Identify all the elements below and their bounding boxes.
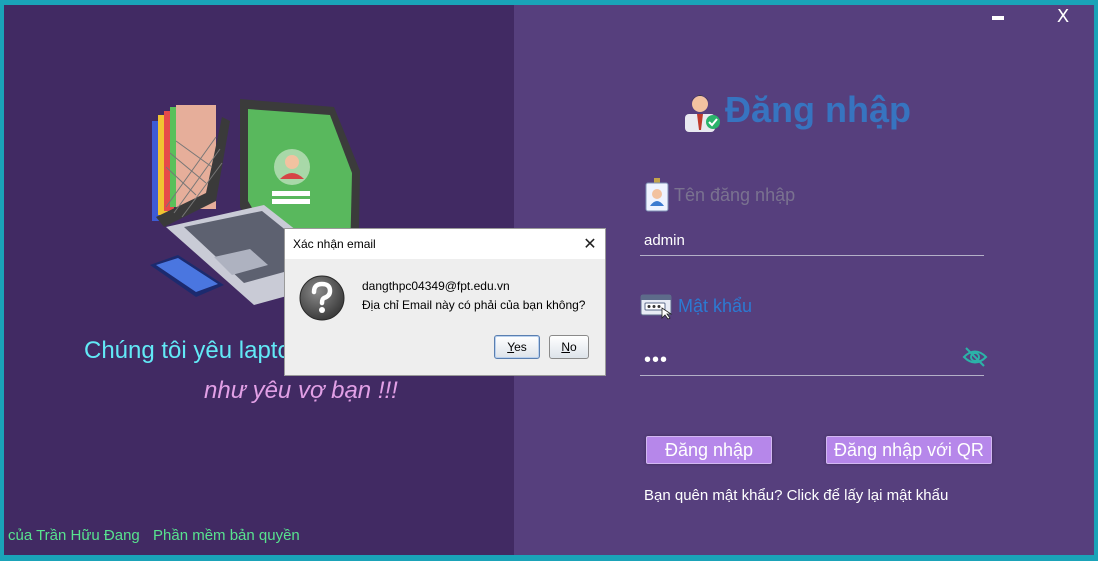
slogan-line-1: Chúng tôi yêu laptop — [84, 337, 305, 364]
close-window-button[interactable]: X — [1046, 6, 1080, 28]
confirm-email-dialog: Xác nhận email ✕ dangthpc04349@fpt.edu.v… — [284, 228, 606, 376]
user-icon — [685, 95, 720, 132]
password-input[interactable] — [640, 346, 984, 376]
dialog-question: Địa chỉ Email này có phải của bạn không? — [362, 298, 586, 312]
dialog-title: Xác nhận email — [293, 237, 376, 251]
id-badge-icon — [645, 178, 669, 212]
slogan-line-2: như yêu vợ bạn !!! — [204, 377, 398, 404]
no-button[interactable]: No — [549, 335, 589, 359]
yes-button[interactable]: Yes — [494, 335, 540, 359]
login-qr-button[interactable]: Đăng nhập với QR — [826, 436, 992, 464]
eye-slash-icon[interactable] — [962, 346, 988, 368]
footer-author: của Trần Hữu Đang — [8, 527, 140, 544]
login-title-text: Đăng nhập — [725, 89, 911, 130]
password-label-text: Mật khẩu — [678, 295, 753, 316]
dialog-body: dangthpc04349@fpt.edu.vn Địa chỉ Email n… — [285, 259, 605, 375]
dialog-email: dangthpc04349@fpt.edu.vn — [362, 279, 510, 293]
username-label-text: Tên đăng nhập — [674, 184, 796, 205]
dialog-titlebar: Xác nhận email ✕ — [285, 229, 605, 259]
username-input[interactable] — [640, 226, 984, 256]
dialog-close-button[interactable]: ✕ — [575, 229, 605, 259]
forgot-password-link[interactable]: Bạn quên mật khẩu? Click để lấy lại mật … — [644, 487, 948, 504]
minimize-icon — [992, 16, 1004, 20]
question-icon — [299, 275, 345, 321]
password-icon — [640, 294, 673, 320]
username-label: Tên đăng nhập — [644, 178, 795, 212]
login-title: Đăng nhập — [679, 80, 911, 140]
login-button[interactable]: Đăng nhập — [646, 436, 772, 464]
minimize-button[interactable] — [982, 6, 1016, 28]
footer-copyright: Phần mềm bản quyền — [153, 527, 300, 544]
password-label: Mật khẩu — [640, 292, 752, 320]
